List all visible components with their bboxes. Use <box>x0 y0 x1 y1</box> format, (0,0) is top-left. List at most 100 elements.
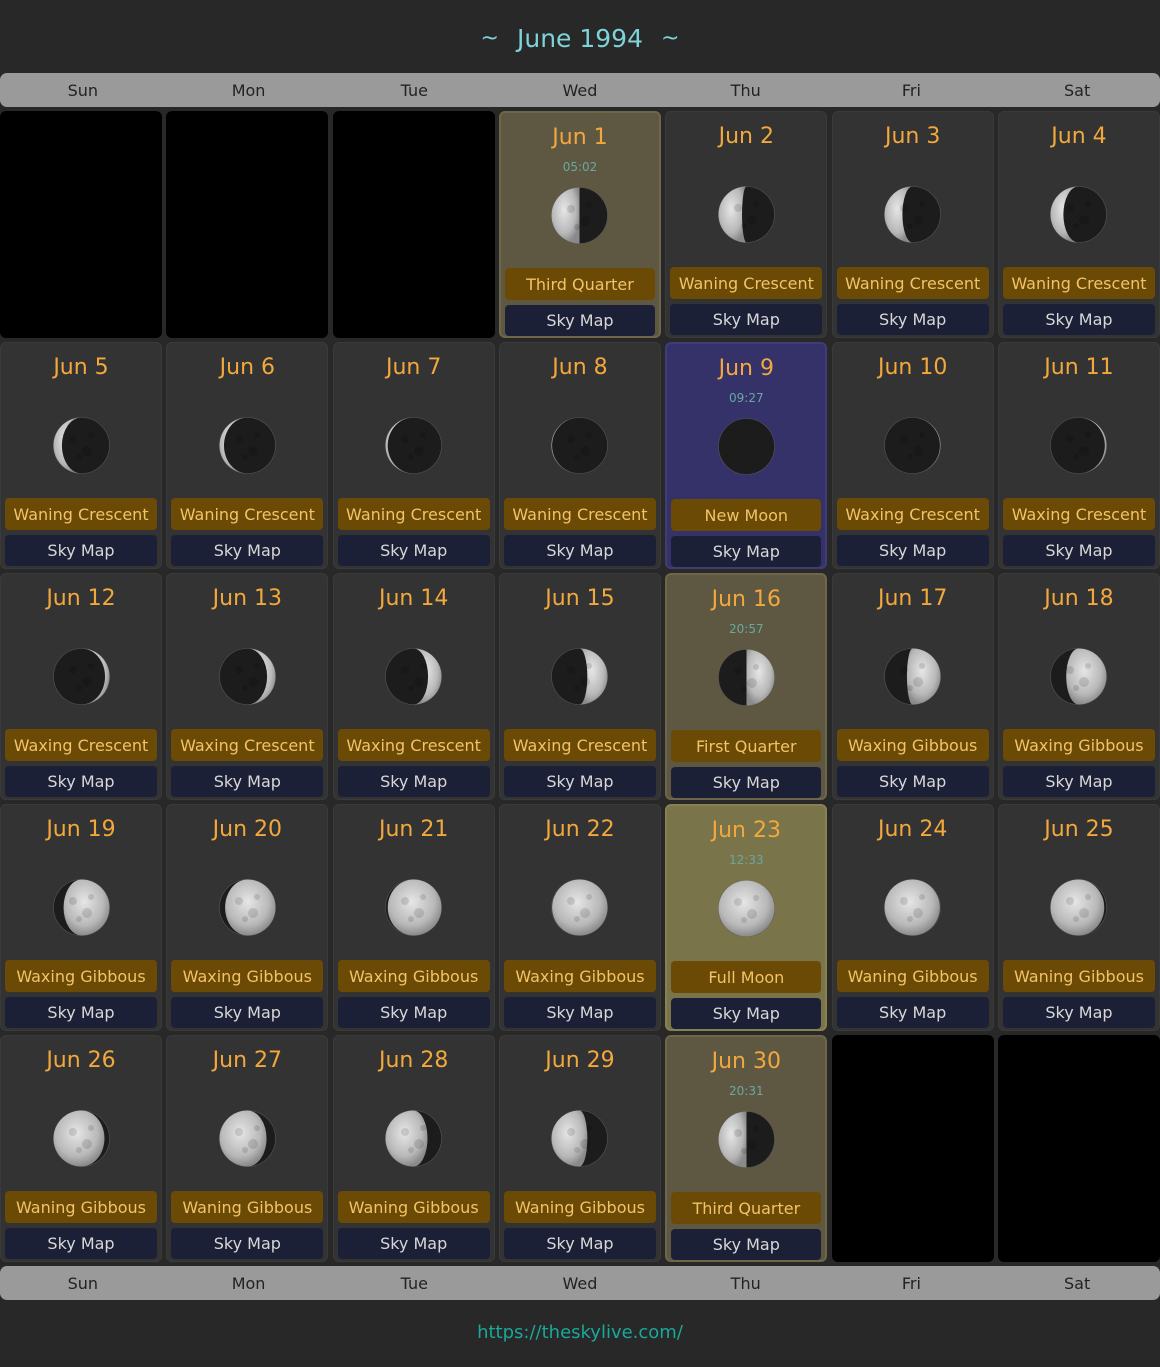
day-date: Jun 26 <box>46 1048 116 1073</box>
moon-phase-icon <box>551 1110 609 1167</box>
phase-label: Waning Gibbous <box>836 960 989 992</box>
month-title: June 1994 <box>516 23 643 53</box>
day-cell: Jun 21 Waxing Gibbous Sky Map <box>332 804 495 1031</box>
sky-map-button[interactable]: Sky Map <box>337 1228 490 1259</box>
empty-day-cell <box>0 111 162 338</box>
moon-phase-icon <box>1050 648 1108 705</box>
day-date: Jun 29 <box>545 1048 615 1073</box>
sky-map-button[interactable]: Sky Map <box>337 535 490 566</box>
sky-map-button[interactable]: Sky Map <box>337 997 490 1028</box>
sky-map-button[interactable]: Sky Map <box>503 1228 656 1259</box>
phase-time: 20:57 <box>729 622 764 636</box>
phase-label: Waxing Crescent <box>171 729 324 761</box>
phase-label: Waxing Gibbous <box>337 960 490 992</box>
weekday-label: Thu <box>730 80 761 100</box>
sky-map-button[interactable]: Sky Map <box>5 997 157 1028</box>
day-cell: Jun 9 09:27 New Moon Sky Map <box>665 342 828 569</box>
day-cell: Jun 11 Waxing Crescent Sky Map <box>997 342 1160 569</box>
weekday-label: Wed <box>562 1273 598 1293</box>
sky-map-button[interactable]: Sky Map <box>836 304 989 335</box>
day-cell: Jun 28 Waning Gibbous Sky Map <box>332 1035 495 1262</box>
weekday-label: Wed <box>562 80 598 100</box>
phase-label: Waning Gibbous <box>171 1191 324 1223</box>
sky-map-button[interactable]: Sky Map <box>671 767 822 798</box>
phase-label: Waxing Gibbous <box>836 729 989 761</box>
sky-map-button[interactable]: Sky Map <box>171 997 324 1028</box>
phase-label: New Moon <box>671 499 822 531</box>
sky-map-button[interactable]: Sky Map <box>5 535 157 566</box>
day-date: Jun 22 <box>545 817 615 842</box>
moon-phase-icon <box>718 186 775 243</box>
day-cell: Jun 13 Waxing Crescent Sky Map <box>166 573 329 800</box>
day-cell: Jun 18 Waxing Gibbous Sky Map <box>997 573 1160 800</box>
weekday-label: Fri <box>901 1273 921 1293</box>
sky-map-button[interactable]: Sky Map <box>836 766 989 797</box>
moon-phase-icon <box>551 879 609 936</box>
day-cell: Jun 12 Waxing Crescent Sky Map <box>0 573 162 800</box>
moon-phase-icon <box>219 648 276 705</box>
sky-map-button[interactable]: Sky Map <box>670 304 823 335</box>
day-date: Jun 18 <box>1044 586 1114 611</box>
day-cell: Jun 17 Waxing Gibbous Sky Map <box>831 573 994 800</box>
sky-map-button[interactable]: Sky Map <box>1002 304 1155 335</box>
sky-map-button[interactable]: Sky Map <box>671 998 822 1029</box>
day-cell: Jun 2 Waning Crescent Sky Map <box>665 111 828 338</box>
sky-map-button[interactable]: Sky Map <box>504 305 655 336</box>
day-date: Jun 13 <box>212 586 283 611</box>
sky-map-button[interactable]: Sky Map <box>171 766 324 797</box>
moon-phase-icon <box>1050 879 1108 936</box>
weekday-label: Mon <box>231 1273 266 1293</box>
moon-phase-icon <box>219 879 276 936</box>
phase-label: Waxing Gibbous <box>503 960 656 992</box>
sky-map-button[interactable]: Sky Map <box>1002 997 1155 1028</box>
sky-map-button[interactable]: Sky Map <box>671 536 822 567</box>
phase-label: Waning Crescent <box>337 498 490 530</box>
phase-time: 12:33 <box>729 853 764 867</box>
sky-map-button[interactable]: Sky Map <box>171 535 324 566</box>
moon-phase-icon <box>385 1110 442 1167</box>
sky-map-button[interactable]: Sky Map <box>836 535 989 566</box>
moon-phase-icon <box>884 879 941 936</box>
day-date: Jun 19 <box>46 817 116 842</box>
calendar-grid: Jun 1 05:02 Third Quarter Sky Map Jun 2 Wanin… <box>0 111 1160 1262</box>
day-cell: Jun 7 Waning Crescent Sky Map <box>332 342 495 569</box>
day-date: Jun 7 <box>385 355 442 380</box>
sky-map-button[interactable]: Sky Map <box>836 997 989 1028</box>
sky-map-button[interactable]: Sky Map <box>337 766 490 797</box>
footer-site-link[interactable]: https://theskylive.com/ <box>0 1322 1160 1343</box>
day-cell: Jun 8 Waning Crescent Sky Map <box>498 342 661 569</box>
phase-label: Waning Crescent <box>503 498 656 530</box>
phase-label: First Quarter <box>671 730 822 762</box>
sky-map-button[interactable]: Sky Map <box>503 766 656 797</box>
day-date: Jun 12 <box>46 586 116 611</box>
sky-map-button[interactable]: Sky Map <box>5 766 157 797</box>
sky-map-button[interactable]: Sky Map <box>5 1228 157 1259</box>
day-date: Jun 11 <box>1044 355 1114 380</box>
day-cell: Jun 1 05:02 Third Quarter Sky Map <box>498 111 661 338</box>
phase-label: Waxing Crescent <box>836 498 989 530</box>
sky-map-button[interactable]: Sky Map <box>671 1229 822 1260</box>
sky-map-button[interactable]: Sky Map <box>1002 766 1155 797</box>
sky-map-button[interactable]: Sky Map <box>171 1228 324 1259</box>
phase-label: Third Quarter <box>504 268 655 300</box>
sky-map-button[interactable]: Sky Map <box>1002 535 1155 566</box>
moon-phase-icon <box>1050 186 1108 243</box>
phase-label: Waxing Crescent <box>1002 498 1155 530</box>
phase-label: Waxing Gibbous <box>5 960 157 992</box>
phase-label: Waxing Gibbous <box>1002 729 1155 761</box>
phase-label: Waning Gibbous <box>337 1191 490 1223</box>
day-cell: Jun 26 Waning Gibbous Sky Map <box>0 1035 162 1262</box>
weekday-label: Sat <box>1064 80 1091 100</box>
day-cell: Jun 30 20:31 Third Quarter Sky Map <box>665 1035 828 1262</box>
day-date: Jun 25 <box>1044 817 1114 842</box>
day-date: Jun 24 <box>877 817 948 842</box>
phase-time: 05:02 <box>562 160 598 174</box>
moon-phase-icon <box>52 879 110 936</box>
day-cell: Jun 5 Waning Crescent Sky Map <box>0 342 162 569</box>
weekday-label: Mon <box>231 80 266 100</box>
sky-map-button[interactable]: Sky Map <box>503 997 656 1028</box>
weekday-label: Sun <box>67 80 99 100</box>
phase-label: Waning Crescent <box>836 267 989 299</box>
sky-map-button[interactable]: Sky Map <box>503 535 656 566</box>
moon-phase-icon <box>219 1110 276 1167</box>
